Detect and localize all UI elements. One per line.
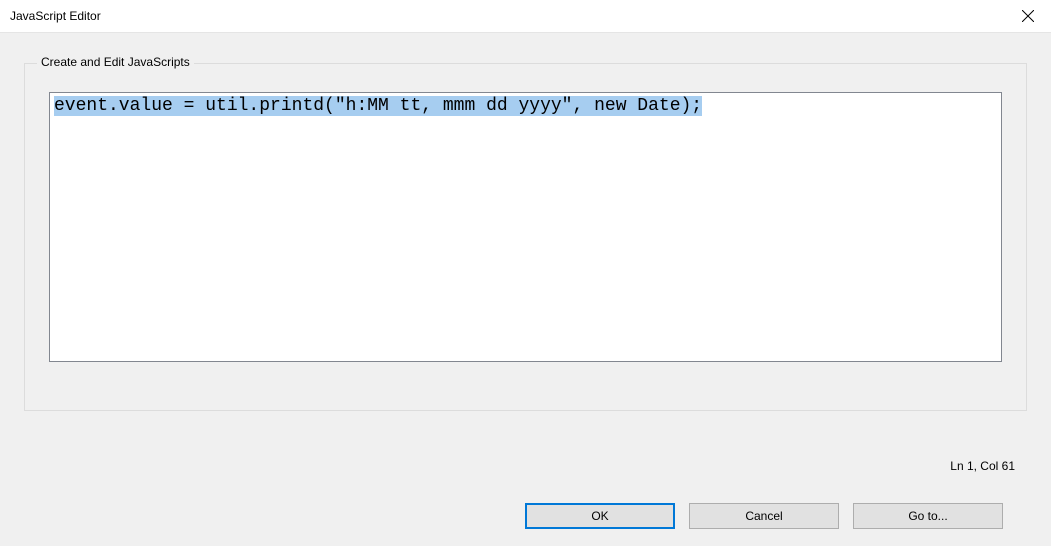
cursor-position-status: Ln 1, Col 61 [24, 459, 1027, 473]
code-editor[interactable]: event.value = util.printd("h:MM tt, mmm … [49, 92, 1002, 362]
window-title: JavaScript Editor [10, 9, 101, 23]
close-button[interactable] [1005, 0, 1051, 32]
content-area: Create and Edit JavaScripts event.value … [0, 33, 1051, 546]
fieldset-legend: Create and Edit JavaScripts [37, 55, 194, 69]
selected-code-text: event.value = util.printd("h:MM tt, mmm … [54, 96, 702, 116]
javascript-fieldset: Create and Edit JavaScripts event.value … [24, 63, 1027, 411]
cancel-button[interactable]: Cancel [689, 503, 839, 529]
button-row: OK Cancel Go to... [24, 503, 1027, 529]
titlebar: JavaScript Editor [0, 0, 1051, 32]
close-icon [1022, 10, 1034, 22]
goto-button[interactable]: Go to... [853, 503, 1003, 529]
ok-button[interactable]: OK [525, 503, 675, 529]
